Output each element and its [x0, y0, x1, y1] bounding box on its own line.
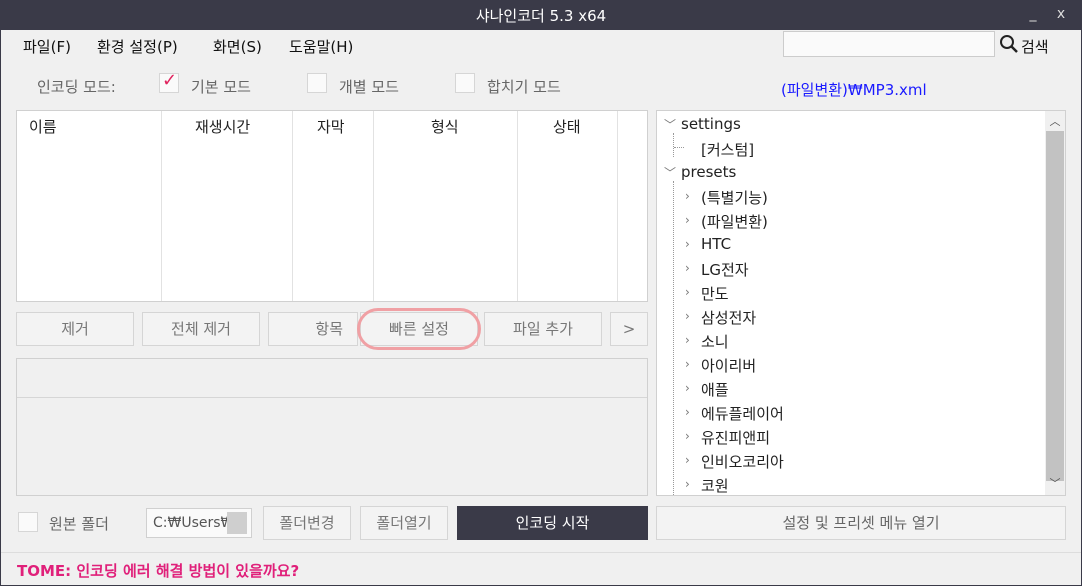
column-header-name[interactable]: 이름: [29, 116, 57, 137]
status-bar: TOME: 인코딩 에러 해결 방법이 있을까요?: [1, 552, 1081, 585]
menu-preferences[interactable]: 환경 설정(P): [97, 36, 178, 57]
column-divider: [517, 111, 518, 301]
tree-node-htc[interactable]: HTC: [701, 235, 731, 253]
tree-guide-line: [673, 181, 674, 495]
change-folder-button[interactable]: 폴더변경: [263, 506, 351, 540]
basic-mode-label: 기본 모드: [191, 78, 251, 96]
tree-guide-line: [673, 133, 674, 157]
chevron-right-icon[interactable]: ›: [685, 429, 690, 443]
window-title: 샤나인코더 5.3 x64: [475, 7, 607, 25]
start-encoding-button[interactable]: 인코딩 시작: [457, 506, 648, 540]
open-settings-preset-menu-button[interactable]: 설정 및 프리셋 메뉴 열기: [656, 506, 1066, 540]
column-header-subtitle[interactable]: 자막: [317, 116, 345, 137]
chevron-down-icon[interactable]: ﹀: [664, 164, 676, 181]
chevron-right-icon[interactable]: ›: [685, 357, 690, 371]
minimize-button[interactable]: _: [1018, 2, 1048, 28]
scroll-up-icon[interactable]: ︿: [1045, 113, 1065, 129]
column-divider: [617, 111, 618, 301]
scrollbar-thumb[interactable]: [1046, 131, 1064, 481]
tree-node-eugenepnp[interactable]: 유진피앤피: [701, 427, 770, 448]
merge-mode-label: 합치기 모드: [487, 78, 561, 96]
menu-view[interactable]: 화면(S): [213, 36, 262, 57]
column-header-format[interactable]: 형식: [431, 116, 459, 137]
chevron-right-icon[interactable]: ›: [685, 189, 690, 203]
column-header-status[interactable]: 상태: [553, 116, 581, 137]
tree-node-sony[interactable]: 소니: [701, 331, 729, 352]
tree-node-apple[interactable]: 애플: [701, 379, 729, 400]
tree-node-eduplayer[interactable]: 에듀플레이어: [701, 403, 784, 424]
tree-scrollbar[interactable]: ︿ ﹀: [1045, 111, 1065, 495]
remove-all-button[interactable]: 전체 제거: [142, 312, 260, 346]
column-header-duration[interactable]: 재생시간: [195, 116, 250, 137]
tree-node-invio[interactable]: 인비오코리아: [701, 451, 784, 472]
tree-node-presets[interactable]: presets: [681, 163, 736, 181]
tree-node-lg[interactable]: LG전자: [701, 259, 749, 280]
app-window: 샤나인코더 5.3 x64 _ x 파일(F) 환경 설정(P) 화면(S) 도…: [0, 0, 1082, 586]
chevron-right-icon[interactable]: ›: [685, 381, 690, 395]
chevron-right-icon[interactable]: ›: [685, 237, 690, 251]
close-button[interactable]: x: [1046, 2, 1076, 28]
status-tip-link[interactable]: TOME: 인코딩 에러 해결 방법이 있을까요?: [17, 560, 299, 581]
basic-mode-checkbox[interactable]: ✓: [159, 70, 179, 93]
tree-node-custom[interactable]: [커스텀]: [701, 139, 754, 160]
scroll-down-icon[interactable]: ﹀: [1045, 475, 1065, 491]
chevron-right-icon[interactable]: ›: [685, 453, 690, 467]
redacted-block: [227, 512, 247, 534]
individual-mode-checkbox[interactable]: [307, 73, 327, 93]
chevron-right-icon[interactable]: ›: [685, 261, 690, 275]
info-panel-divider: [17, 397, 647, 398]
chevron-right-icon[interactable]: ›: [685, 213, 690, 227]
tree-node-iriver[interactable]: 아이리버: [701, 355, 756, 376]
individual-mode-label: 개별 모드: [339, 78, 399, 96]
merge-mode-checkbox[interactable]: [455, 73, 475, 93]
chevron-right-icon[interactable]: ›: [685, 405, 690, 419]
tree-node-cowon[interactable]: 코원: [701, 475, 729, 495]
file-list-table[interactable]: 이름 재생시간 자막 형식 상태: [16, 110, 648, 302]
tree-node-special[interactable]: (특별기능): [701, 187, 768, 208]
chevron-right-icon[interactable]: ›: [685, 477, 690, 491]
column-divider: [373, 111, 374, 301]
column-divider: [161, 111, 162, 301]
source-folder-label: 원본 폴더: [49, 515, 109, 533]
main-area: 파일(F) 환경 설정(P) 화면(S) 도움말(H) 검색 인코딩 모드: ✓…: [1, 30, 1081, 585]
encoding-mode-label: 인코딩 모드:: [37, 78, 116, 96]
tree-node-file-convert[interactable]: (파일변환): [701, 211, 768, 232]
tree-node-samsung[interactable]: 삼성전자: [701, 307, 756, 328]
items-button[interactable]: 항목: [268, 312, 358, 346]
info-panel: [16, 358, 648, 496]
open-folder-button[interactable]: 폴더열기: [360, 506, 448, 540]
checkmark-icon: ✓: [162, 70, 178, 91]
tree-guide-line: [674, 147, 684, 148]
chevron-right-icon[interactable]: ›: [685, 285, 690, 299]
tree-node-settings[interactable]: settings: [681, 115, 741, 133]
preset-path: (파일변환)₩MP3.xml: [781, 81, 927, 99]
preset-tree[interactable]: ﹀ settings [커스텀] ﹀ presets › (특별기능) › (파…: [656, 110, 1066, 496]
more-button[interactable]: >: [610, 312, 648, 346]
quick-settings-button[interactable]: 빠른 설정: [360, 312, 478, 346]
search-icon[interactable]: [999, 34, 1019, 54]
menu-file[interactable]: 파일(F): [23, 36, 71, 57]
add-file-button[interactable]: 파일 추가: [484, 312, 602, 346]
remove-button[interactable]: 제거: [16, 312, 134, 346]
tree-node-mando[interactable]: 만도: [701, 283, 729, 304]
title-bar: 샤나인코더 5.3 x64 _ x: [0, 0, 1082, 30]
chevron-down-icon[interactable]: ﹀: [664, 116, 676, 133]
source-folder-checkbox[interactable]: [18, 512, 38, 532]
search-input[interactable]: [783, 31, 995, 57]
chevron-right-icon[interactable]: ›: [685, 333, 690, 347]
menu-help[interactable]: 도움말(H): [289, 36, 353, 57]
search-button[interactable]: 검색: [1021, 36, 1049, 57]
column-divider: [292, 111, 293, 301]
chevron-right-icon[interactable]: ›: [685, 309, 690, 323]
